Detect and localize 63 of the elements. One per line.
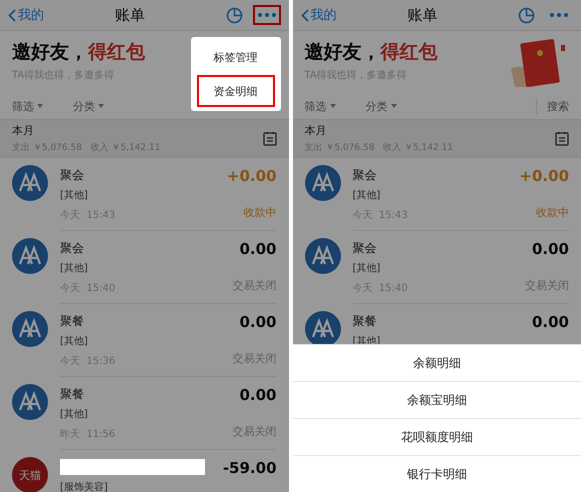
more-icon [549, 12, 569, 18]
transaction-amount: 0.00 [530, 240, 569, 260]
filter-dropdown[interactable]: 筛选 [12, 98, 43, 114]
transaction-category: [服饰美容] [60, 480, 109, 492]
transaction-title: 聚餐 [60, 313, 85, 330]
list-icon[interactable] [262, 131, 276, 146]
transaction-title: 聚餐 [352, 313, 378, 330]
transaction-title: 聚会 [352, 240, 378, 257]
more-icon [256, 12, 276, 18]
transaction-status: 收款中 [535, 205, 569, 220]
caret-icon [390, 104, 396, 108]
caret-icon [37, 104, 43, 108]
transaction-amount: 0.00 [238, 313, 276, 333]
search-button[interactable]: 搜索 [536, 98, 569, 114]
transaction-title: 聚会 [60, 167, 85, 184]
transaction-category: [其他] [352, 262, 382, 276]
transaction-category: [其他] [60, 334, 89, 349]
aa-avatar-icon [12, 238, 48, 274]
page-title: 账单 [114, 6, 146, 24]
filter-dropdown[interactable]: 分类 [73, 98, 104, 114]
month-label: 本月 [12, 123, 35, 138]
transaction-category: [其他] [352, 188, 382, 203]
transaction-title: 聚会 [352, 167, 378, 184]
transaction-amount: +0.00 [226, 167, 276, 187]
caret-icon [98, 104, 104, 108]
transaction-category: [其他] [60, 408, 89, 422]
aa-avatar-icon [304, 165, 340, 201]
caret-icon [330, 104, 336, 108]
transaction-status: 交易关闭 [525, 278, 569, 293]
page-title: 账单 [406, 6, 438, 24]
filter-dropdown[interactable]: 筛选 [304, 98, 336, 114]
transaction-amount: 0.00 [238, 240, 276, 260]
aa-avatar-icon [12, 165, 48, 201]
transaction-status: 交易关闭 [232, 351, 276, 366]
store-avatar: 天猫 [12, 457, 48, 492]
invite-headline: 邀好友，得红包 [12, 40, 145, 65]
transaction-category: [其他] [60, 262, 89, 276]
pie-chart-icon [518, 6, 535, 24]
transaction-status: 交易关闭 [232, 278, 276, 293]
transaction-amount: +0.00 [519, 167, 569, 187]
month-label: 本月 [304, 123, 328, 138]
transaction-amount: -59.00 [222, 459, 276, 479]
transaction-row[interactable]: 天猫 [服饰美容] -59.00 [0, 450, 288, 492]
aa-avatar-icon [12, 311, 48, 347]
menu-item[interactable]: 资金明细 [196, 75, 274, 107]
transaction-status: 收款中 [242, 205, 276, 220]
transaction-status: 交易关闭 [232, 424, 276, 439]
aa-avatar-icon [12, 384, 48, 420]
aa-avatar-icon [304, 311, 340, 347]
more-button[interactable] [252, 5, 280, 25]
chevron-left-icon [300, 8, 308, 22]
transaction-title: 聚餐 [60, 386, 85, 403]
transaction-title: 聚会 [60, 240, 85, 257]
transaction-category: [其他] [60, 188, 89, 203]
menu-item[interactable]: 标签管理 [196, 41, 274, 73]
pie-chart-icon [226, 6, 242, 24]
list-icon[interactable] [555, 131, 569, 146]
transaction-amount: 0.00 [532, 313, 569, 333]
aa-avatar-icon [304, 238, 340, 274]
filter-dropdown[interactable]: 分类 [366, 98, 396, 114]
invite-headline: 邀好友，得红包 [304, 40, 438, 65]
chevron-left-icon [8, 8, 16, 22]
transaction-amount: 0.00 [238, 386, 276, 406]
